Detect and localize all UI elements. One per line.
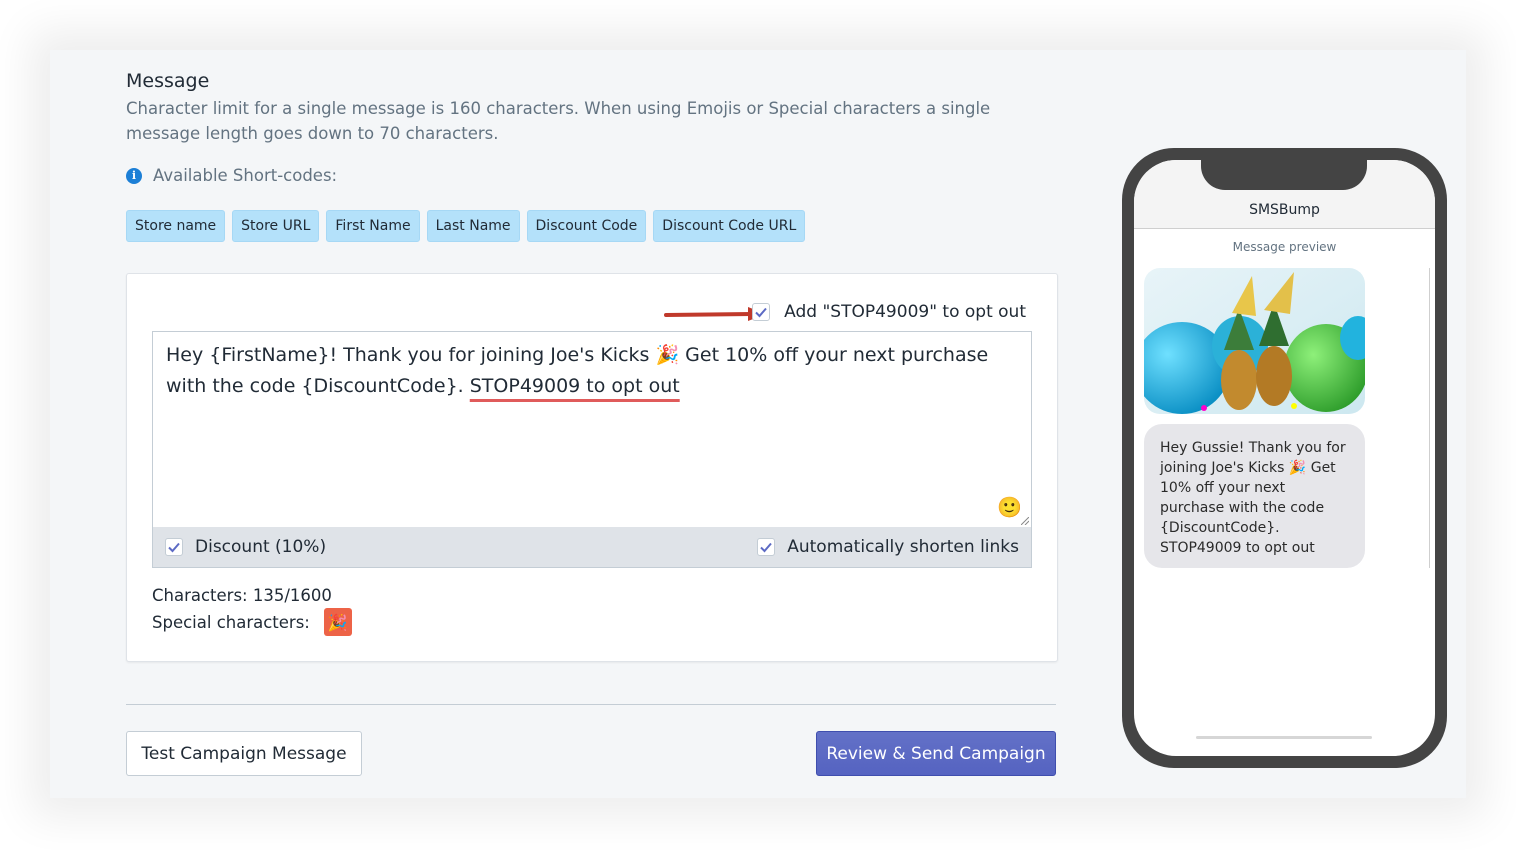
discount-checkbox[interactable] (165, 538, 183, 556)
message-preview-bubble: Hey Gussie! Thank you for joining Joe's … (1144, 424, 1365, 568)
message-options-bar: Discount (10%) Automatically shorten lin… (152, 527, 1032, 568)
shortcode-chip-first-name[interactable]: First Name (326, 210, 420, 242)
message-text[interactable]: Hey {FirstName}! Thank you for joining J… (166, 340, 1016, 402)
shorten-links-label: Automatically shorten links (787, 537, 1019, 557)
preview-scrollbar[interactable] (1429, 268, 1430, 568)
checkmark-icon (760, 542, 772, 553)
review-send-button[interactable]: Review & Send Campaign (816, 731, 1056, 776)
shortcode-chip-discount-code[interactable]: Discount Code (526, 210, 647, 242)
message-editor-card: Add "STOP49009" to opt out Hey {FirstNam… (126, 273, 1058, 662)
phone-screen: SMSBump Message preview Hey Gussie! Than… (1134, 160, 1435, 756)
preview-label: Message preview (1232, 240, 1337, 254)
special-character-badge: 🎉 (323, 608, 352, 636)
campaign-page: Message Character limit for a single mes… (50, 50, 1466, 798)
shortcode-chips: Store name Store URL First Name Last Nam… (126, 210, 806, 242)
resize-handle-icon[interactable] (1021, 517, 1029, 525)
shorten-links-checkbox[interactable] (757, 538, 776, 556)
optout-toggle[interactable]: Add "STOP49009" to opt out (752, 302, 1026, 322)
phone-sender-name: SMSBump (1249, 202, 1320, 218)
special-characters-label: Special characters: (152, 612, 310, 632)
emoji-picker-icon[interactable]: 🙂 (997, 495, 1022, 519)
optout-label: Add "STOP49009" to opt out (784, 302, 1026, 322)
shortcode-chip-store-url[interactable]: Store URL (232, 210, 320, 242)
optout-checkbox[interactable] (752, 303, 771, 321)
shortcode-chip-discount-code-url[interactable]: Discount Code URL (653, 210, 806, 242)
phone-header: SMSBump (1134, 160, 1435, 229)
checkmark-icon (168, 542, 180, 553)
mms-image (1144, 268, 1365, 414)
shortcodes-header: i Available Short-codes: (126, 166, 337, 185)
discount-label: Discount (10%) (195, 537, 327, 557)
special-characters: Special characters: 🎉 (152, 608, 352, 636)
section-description: Character limit for a single message is … (126, 99, 991, 143)
info-icon: i (126, 167, 142, 184)
phone-preview: SMSBump Message preview Hey Gussie! Than… (1122, 148, 1447, 768)
phone-notch (1201, 160, 1367, 190)
shorten-links-toggle[interactable]: Automatically shorten links (757, 537, 1019, 557)
discount-toggle[interactable]: Discount (10%) (165, 537, 326, 557)
message-optout-text: STOP49009 to opt out (469, 375, 680, 397)
section-title: Message (126, 70, 210, 92)
message-textarea[interactable]: Hey {FirstName}! Thank you for joining J… (152, 331, 1032, 527)
checkmark-icon (755, 307, 767, 318)
shortcodes-label: Available Short-codes: (153, 166, 338, 185)
divider (126, 704, 1056, 705)
home-indicator (1196, 736, 1372, 739)
party-pineapples-image (1144, 268, 1365, 414)
shortcode-chip-store-name[interactable]: Store name (126, 210, 226, 242)
character-count: Characters: 135/1600 (152, 586, 332, 605)
test-campaign-button[interactable]: Test Campaign Message (126, 731, 362, 776)
shortcode-chip-last-name[interactable]: Last Name (426, 210, 520, 242)
